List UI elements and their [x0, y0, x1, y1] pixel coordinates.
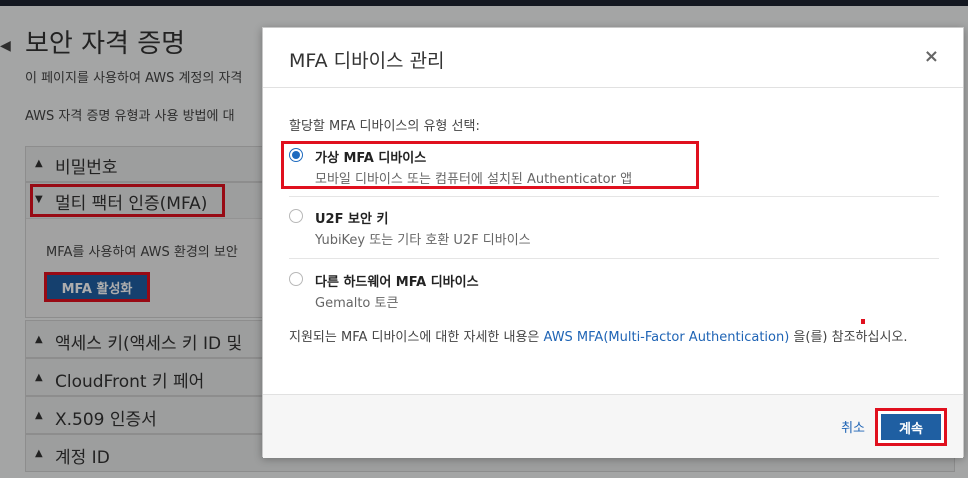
continue-button[interactable]: 계속	[881, 414, 941, 440]
divider	[289, 258, 939, 259]
info-suffix: 을(를) 참조하십시오.	[789, 330, 908, 345]
radio-icon[interactable]	[289, 272, 303, 286]
option-title: 다른 하드웨어 MFA 디바이스	[315, 275, 479, 290]
highlight-box	[281, 141, 699, 189]
modal-header: MFA 디바이스 관리 ×	[263, 28, 963, 88]
continue-button-frame: 계속	[875, 408, 947, 446]
modal-title: MFA 디바이스 관리	[289, 50, 445, 72]
option-title: U2F 보안 키	[315, 212, 389, 227]
radio-icon[interactable]	[289, 209, 303, 223]
option-subtitle: YubiKey 또는 기타 호환 U2F 디바이스	[315, 233, 531, 248]
cancel-link[interactable]: 취소	[841, 417, 865, 436]
mfa-device-modal: MFA 디바이스 관리 × 할당할 MFA 디바이스의 유형 선택: 가상 MF…	[262, 27, 964, 458]
modal-footer: 취소 계속	[263, 394, 963, 458]
aws-mfa-link[interactable]: AWS MFA(Multi-Factor Authentication)	[544, 330, 790, 345]
option-u2f-key[interactable]: U2F 보안 키 YubiKey 또는 기타 호환 U2F 디바이스	[289, 208, 939, 252]
info-text: 지원되는 MFA 디바이스에 대한 자세한 내용은 AWS MFA(Multi-…	[289, 327, 939, 349]
option-subtitle: Gemalto 토큰	[315, 296, 399, 311]
annotation-dot	[861, 319, 865, 324]
option-hardware-mfa[interactable]: 다른 하드웨어 MFA 디바이스 Gemalto 토큰	[289, 271, 939, 315]
info-prefix: 지원되는 MFA 디바이스에 대한 자세한 내용은	[289, 330, 544, 345]
device-type-prompt: 할당할 MFA 디바이스의 유형 선택:	[289, 119, 480, 134]
divider	[289, 196, 939, 197]
close-icon[interactable]: ×	[924, 46, 939, 67]
